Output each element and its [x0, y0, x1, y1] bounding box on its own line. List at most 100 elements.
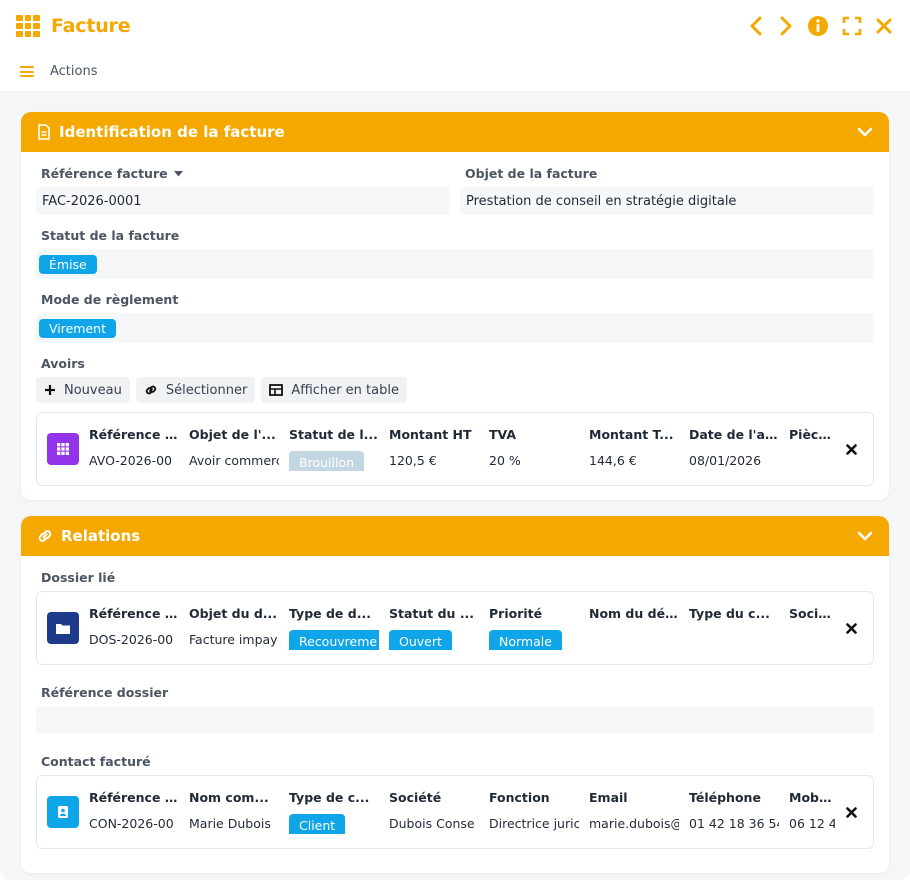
dossier-priority-badge: Normale: [489, 630, 562, 650]
avoir-date: 08/01/2026: [689, 453, 762, 468]
contact-mobile: 06 12 4: [789, 816, 835, 831]
column-header: Référence ...: [89, 427, 179, 442]
remove-dossier-icon[interactable]: [839, 622, 863, 634]
column-header: Téléphone: [689, 790, 761, 805]
contact-fonction: Directrice juric: [489, 816, 579, 831]
column-header: Pièce ju: [789, 427, 835, 442]
contact-reference: CON-2026-00: [89, 816, 174, 831]
objet-field: Objet de la facture Prestation de consei…: [460, 166, 874, 228]
folder-icon: [47, 612, 79, 644]
close-icon[interactable]: [874, 15, 894, 37]
column-header: Type de c...: [289, 790, 370, 805]
previous-icon[interactable]: [746, 15, 766, 37]
contact-email: marie.dubois@: [589, 816, 679, 831]
caret-down-icon[interactable]: [173, 170, 183, 177]
dossier-card[interactable]: Référence ... DOS-2026-00 Objet du d... Fa…: [36, 591, 874, 665]
document-icon: [38, 124, 50, 140]
column-header: Date de l'a...: [689, 427, 779, 442]
objet-value[interactable]: Prestation de conseil en stratégie digit…: [460, 187, 874, 215]
remove-avoir-icon[interactable]: [839, 443, 863, 455]
column-header: Nom com...: [189, 790, 269, 805]
column-header: Type de d...: [289, 606, 371, 621]
contact-card[interactable]: Référence ... CON-2026-00 Nom com... Marie…: [36, 775, 874, 849]
relations-title: Relations: [61, 527, 141, 545]
column-header: Nom du dé...: [589, 606, 679, 621]
table-view-button[interactable]: Afficher en table: [261, 377, 407, 403]
avoir-reference: AVO-2026-00: [89, 453, 173, 468]
app-grid-icon[interactable]: [16, 15, 40, 37]
column-header: Type du c...: [689, 606, 770, 621]
column-header: Priorité: [489, 606, 543, 621]
relations-header[interactable]: Relations: [21, 516, 889, 556]
contact-card-icon: [47, 796, 79, 828]
avoir-piece: [789, 451, 835, 471]
avoirs-label: Avoirs: [41, 356, 85, 371]
identification-title: Identification de la facture: [59, 123, 285, 141]
avoir-card[interactable]: Référence ... AVO-2026-00 Objet de l'... A…: [36, 412, 874, 486]
reference-dossier-label: Référence dossier: [41, 685, 169, 700]
column-header: Référence ...: [89, 790, 179, 805]
dossier-status-badge: Ouvert: [389, 630, 452, 650]
reference-value[interactable]: FAC-2026-0001: [36, 187, 450, 215]
contact-nom: Marie Dubois: [189, 816, 271, 831]
avoir-tva: 20 %: [489, 453, 521, 468]
statut-label: Statut de la facture: [41, 228, 180, 243]
reference-field: Référence facture FAC-2026-0001: [36, 166, 450, 228]
column-header: Statut du ...: [389, 606, 475, 621]
select-button[interactable]: Sélectionner: [135, 377, 256, 403]
table-icon: [269, 384, 284, 396]
invoice-window: Facture Actions Identification de la fac…: [0, 0, 910, 880]
fullscreen-icon[interactable]: [840, 15, 864, 37]
avoir-montant-ht: 120,5 €: [389, 453, 437, 468]
link-icon: [145, 385, 156, 395]
column-header: Objet du d...: [189, 606, 278, 621]
reference-label: Référence facture: [41, 166, 168, 181]
action-bar: Actions: [0, 52, 910, 92]
column-header: Email: [589, 790, 628, 805]
dossier-label: Dossier lié: [41, 570, 116, 585]
mode-field[interactable]: Virement: [36, 313, 874, 343]
grid-icon: [47, 433, 79, 465]
column-header: Référence ...: [89, 606, 179, 621]
identification-header[interactable]: Identification de la facture: [21, 112, 889, 152]
contact-type-badge: Client: [289, 814, 346, 834]
column-header: Montant T...: [589, 427, 674, 442]
column-header: Montant HT: [389, 427, 472, 442]
title-bar: Facture: [0, 0, 910, 52]
column-header: Objet de l'...: [189, 427, 276, 442]
info-icon[interactable]: [806, 15, 830, 37]
avoir-objet: Avoir commerc: [189, 453, 279, 468]
column-header: TVA: [489, 427, 517, 442]
dossier-societe: [789, 630, 835, 650]
payment-mode-badge: Virement: [39, 318, 116, 338]
contact-label: Contact facturé: [41, 754, 151, 769]
reference-dossier-value[interactable]: [36, 706, 874, 734]
chevron-down-icon[interactable]: [857, 127, 873, 137]
avoir-montant-ttc: 144,6 €: [589, 453, 637, 468]
link-icon: [38, 530, 52, 542]
column-header: Sociéte: [789, 606, 835, 621]
dossier-type-badge: Recouvreme: [289, 630, 379, 650]
window-title: Facture: [51, 15, 131, 37]
statut-field[interactable]: Émise: [36, 249, 874, 279]
remove-contact-icon[interactable]: [839, 806, 863, 818]
relations-panel: Relations Dossier lié Référence ... DOS-2…: [21, 516, 889, 873]
identification-panel: Identification de la facture Référence f…: [21, 112, 889, 500]
mode-label: Mode de règlement: [41, 292, 179, 307]
dossier-reference: DOS-2026-00: [89, 632, 174, 647]
dossier-objet: Facture impay: [189, 632, 278, 647]
chevron-down-icon[interactable]: [857, 531, 873, 541]
column-header: Statut de l...: [289, 427, 378, 442]
next-icon[interactable]: [776, 15, 796, 37]
status-badge: Émise: [39, 254, 97, 274]
new-button[interactable]: Nouveau: [36, 377, 130, 403]
dossier-type-c: [689, 630, 779, 650]
objet-label: Objet de la facture: [465, 166, 598, 181]
avoir-status-badge: Brouillon: [289, 451, 364, 471]
actions-menu[interactable]: Actions: [50, 64, 98, 79]
contact-societe: Dubois Conse: [389, 816, 475, 831]
dossier-nom: [589, 630, 679, 650]
plus-icon: [45, 385, 55, 395]
contact-telephone: 01 42 18 36 54: [689, 816, 779, 831]
menu-icon[interactable]: [20, 66, 34, 77]
